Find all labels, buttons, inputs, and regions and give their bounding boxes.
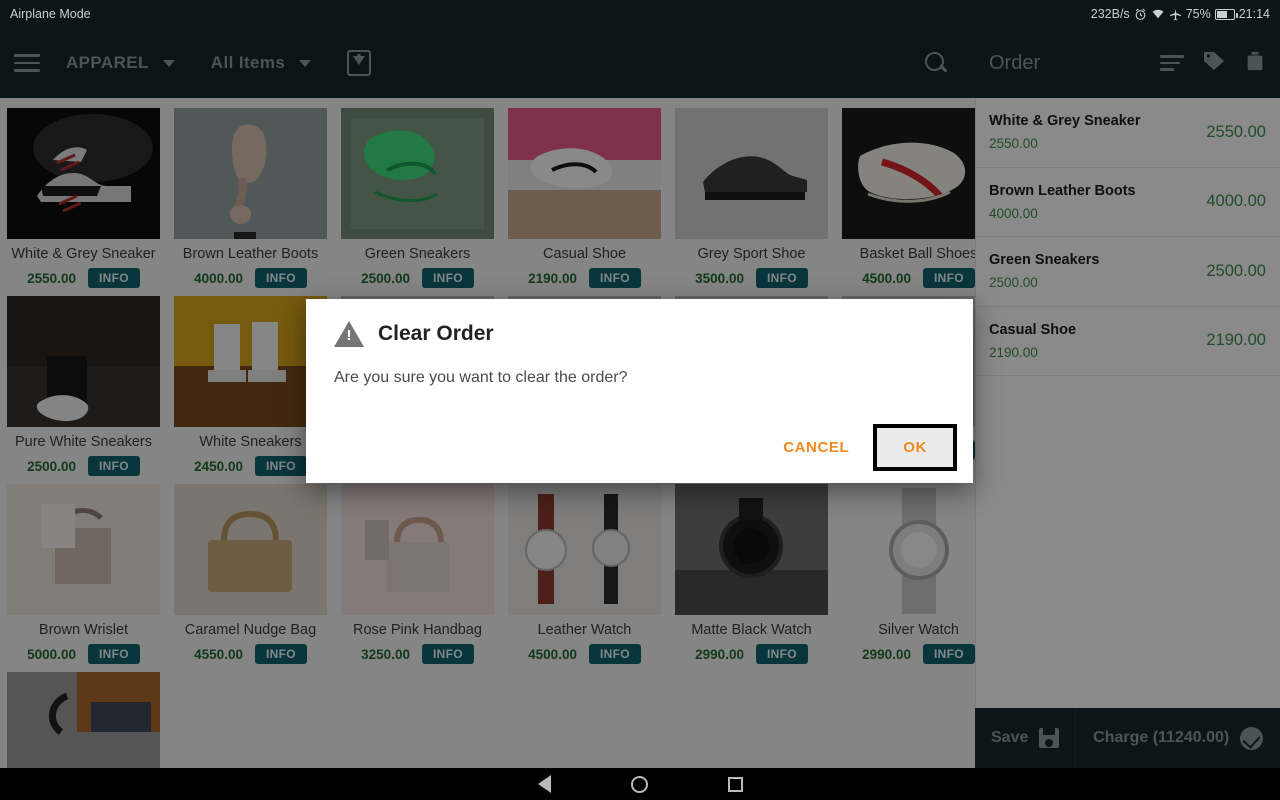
android-navigation-bar	[0, 768, 1280, 800]
clock-text: 21:14	[1238, 7, 1270, 21]
ok-button[interactable]: OK	[877, 428, 953, 467]
battery-percent-text: 75%	[1185, 7, 1211, 21]
pos-app-screen: Airplane Mode 232B/s 75% 21:14 APPAREL A…	[0, 0, 1280, 800]
dialog-actions: CANCEL OK	[769, 424, 957, 471]
recents-square-icon[interactable]	[727, 776, 743, 792]
airplane-icon	[1169, 8, 1182, 21]
alarm-icon	[1134, 8, 1147, 21]
cancel-button[interactable]: CANCEL	[769, 429, 863, 466]
dialog-title: Clear Order	[378, 322, 494, 345]
android-status-bar: Airplane Mode 232B/s 75% 21:14	[0, 0, 1280, 28]
ok-button-focus-ring: OK	[873, 424, 957, 471]
status-left-text: Airplane Mode	[10, 7, 91, 21]
dialog-title-row: Clear Order	[306, 299, 973, 347]
status-right-group: 232B/s 75% 21:14	[1091, 7, 1270, 21]
warning-triangle-icon	[334, 321, 364, 347]
wifi-icon	[1151, 8, 1165, 21]
network-speed-text: 232B/s	[1090, 7, 1130, 21]
dialog-message: Are you sure you want to clear the order…	[334, 369, 628, 386]
battery-icon	[1214, 8, 1238, 20]
back-triangle-icon[interactable]	[537, 775, 551, 793]
clear-order-dialog: Clear Order Are you sure you want to cle…	[306, 299, 973, 483]
home-circle-icon[interactable]	[630, 775, 648, 793]
